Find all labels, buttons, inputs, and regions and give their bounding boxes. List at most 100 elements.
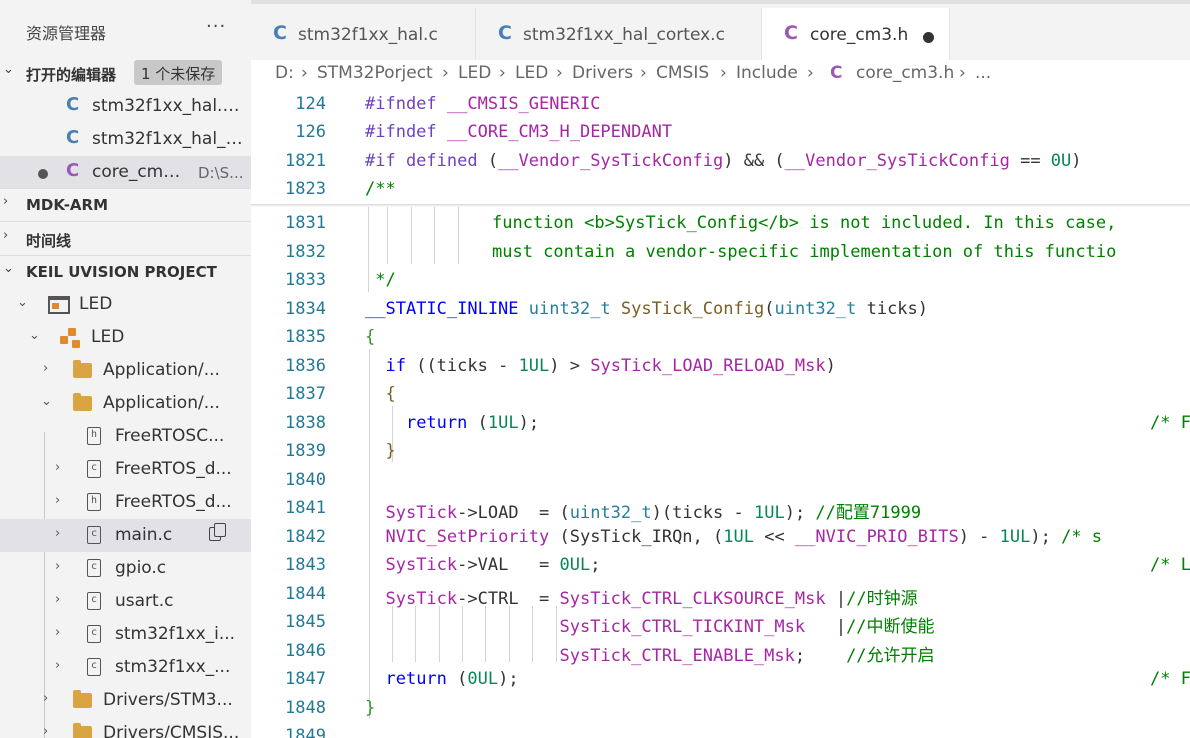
tree-file-item[interactable]: h FreeRTOSC... [0,420,251,453]
chevron-right-icon: › [55,460,61,475]
code-line[interactable]: 1840 [251,466,1190,494]
tree-file-item[interactable]: › c usart.c [0,585,251,618]
code-line[interactable]: 1838 return (1UL); /* F [251,409,1190,437]
unsaved-dot-icon [38,169,48,179]
open-editor-label: core_cm3.h [92,162,189,182]
code-line[interactable]: 1844 SysTick->CTRL = SysTick_CTRL_CLKSOU… [251,580,1190,609]
trailing-comment: /* F [1150,413,1190,433]
sticky-line[interactable]: 1821 #if defined (__Vendor_SysTickConfig… [251,147,1190,175]
breadcrumb-item[interactable]: CMSIS [656,63,709,83]
sticky-line[interactable]: 1823 /** [251,175,1190,203]
code-line[interactable]: 1836 if ((ticks - 1UL) > SysTick_LOAD_RE… [251,352,1190,380]
tree-file-item[interactable]: › c gpio.c [0,552,251,585]
breadcrumb-sep: › [499,63,506,83]
code-line[interactable]: 1835 { [251,323,1190,351]
timeline-section[interactable]: › 时间线 [0,224,251,254]
open-editor-item-active[interactable]: C core_cm3.h D:\S... [0,156,251,189]
chevron-right-icon: › [43,724,49,738]
chevron-down-icon: ⌄ [3,261,14,276]
breadcrumb: D: › STM32Porject › LED › LED › Drivers … [251,60,1190,90]
tab-core-cm3-active[interactable]: C core_cm3.h [762,8,950,64]
keil-project-section[interactable]: ⌄ KEIL UVISION PROJECT [0,257,251,287]
tree-file-item[interactable]: › c stm32f1xx_... [0,651,251,684]
line-number: 1836 [285,356,326,376]
tab-label: stm32f1xx_hal_cortex.c [523,25,725,45]
breadcrumb-sep: › [640,63,647,83]
code-line[interactable]: 1834 __STATIC_INLINE uint32_t SysTick_Co… [251,295,1190,323]
tree-folder-label: Drivers/STM3... [103,690,233,710]
line-number: 1821 [285,151,326,171]
tree-folder-item[interactable]: › Drivers/STM3... [0,684,251,717]
code-text: { [365,327,376,347]
chevron-right-icon: › [3,228,9,243]
tree-target-item[interactable]: ⌄ LED [0,321,251,354]
open-editor-item[interactable]: C stm32f1xx_hal_c... [0,123,251,156]
target-icon [60,328,82,348]
code-line[interactable]: 1848 } [251,694,1190,722]
code-line[interactable]: 1837 { [251,380,1190,408]
line-number: 1832 [285,242,326,262]
sticky-line[interactable]: 124 #ifndef __CMSIS_GENERIC [251,90,1190,118]
code-line[interactable]: 1831 function <b>SysTick_Config</b> is n… [251,209,1190,237]
c-file-icon: C [273,22,287,44]
tree-folder-item[interactable]: › Application/... [0,354,251,387]
breadcrumb-item[interactable]: ... [975,63,991,83]
code-line[interactable]: 1846 SysTick_CTRL_ENABLE_Msk; //允许开启 [251,637,1190,666]
mdk-arm-section[interactable]: › MDK-ARM [0,190,251,220]
breadcrumb-item[interactable]: LED [515,63,548,83]
code-line[interactable]: 1847 return (0UL); /* F [251,665,1190,693]
tree-project-item[interactable]: ⌄ LED [0,288,251,321]
tree-file-item[interactable]: › h FreeRTOS_d... [0,486,251,519]
breadcrumb-item[interactable]: STM32Porject [317,63,433,83]
c-file-icon: C [498,22,512,44]
open-editor-label: stm32f1xx_hal_c... [92,129,247,149]
c-header-file-icon: C [784,22,798,44]
code-line[interactable]: 1839 } [251,437,1190,465]
line-number: 1844 [285,584,326,604]
breadcrumb-item[interactable]: Drivers [572,63,633,83]
chevron-right-icon: › [55,559,61,574]
tree-folder-item[interactable]: ⌄ Application/... [0,387,251,420]
tab-stm32f1xx-hal-cortex[interactable]: C stm32f1xx_hal_cortex.c [476,8,762,64]
line-number: 1842 [285,527,326,547]
tab-label: core_cm3.h [810,25,909,45]
code-line[interactable]: 1832 must contain a vendor-specific impl… [251,238,1190,266]
tree-file-item[interactable]: › c FreeRTOS_d... [0,453,251,486]
code-line[interactable]: 1843 SysTick->VAL = 0UL; /* L [251,551,1190,579]
tab-stm32f1xx-hal[interactable]: C stm32f1xx_hal.c [251,8,476,64]
code-line[interactable]: 1833 */ [251,266,1190,294]
unsaved-badge: 1 个未保存 [134,60,223,85]
more-actions-button[interactable]: ··· [206,16,226,37]
tree-file-label: gpio.c [115,558,167,578]
project-window-icon [48,296,70,314]
c-source-file-icon: c [87,592,101,610]
open-editors-header[interactable]: ⌄ 打开的编辑器 1 个未保存 [0,58,251,88]
unsaved-dot-icon[interactable] [923,32,934,43]
chevron-down-icon: ⌄ [29,328,40,343]
code-text: __STATIC_INLINE uint32_t SysTick_Config(… [365,299,929,319]
mdk-arm-label: MDK-ARM [26,196,109,214]
line-number: 1841 [285,498,326,518]
code-text: SysTick->LOAD = (uint32_t)(ticks - 1UL);… [385,503,922,523]
code-text: /** [365,179,396,199]
code-editor[interactable]: 124 #ifndef __CMSIS_GENERIC 126 #ifndef … [251,90,1190,738]
tree-file-item-hovered[interactable]: › c main.c [0,519,251,552]
trailing-comment: /* F [1150,669,1190,689]
breadcrumb-item[interactable]: LED [458,63,491,83]
sticky-line[interactable]: 126 #ifndef __CORE_CM3_H_DEPENDANT [251,118,1190,146]
code-text: must contain a vendor-specific implement… [492,242,1117,262]
code-line[interactable]: 1849 [251,722,1190,738]
tree-file-item[interactable]: › c stm32f1xx_i... [0,618,251,651]
code-line[interactable]: 1845 SysTick_CTRL_TICKINT_Msk |//中断使能 [251,608,1190,637]
line-number: 1834 [285,299,326,319]
breadcrumb-item[interactable]: Include [736,63,798,83]
code-line[interactable]: 1842 NVIC_SetPriority (SysTick_IRQn, (1U… [251,523,1190,551]
code-line[interactable]: 1841 SysTick->LOAD = (uint32_t)(ticks - … [251,494,1190,523]
breadcrumb-sep: › [301,63,308,83]
breadcrumb-item[interactable]: core_cm3.h [856,63,954,83]
c-header-file-icon: C [830,63,843,83]
breadcrumb-item[interactable]: D: [275,63,294,83]
open-editor-item[interactable]: C stm32f1xx_hal.c... [0,90,251,123]
copy-icon[interactable] [209,523,226,541]
tree-folder-item[interactable]: › Drivers/CMSIS... [0,717,251,738]
